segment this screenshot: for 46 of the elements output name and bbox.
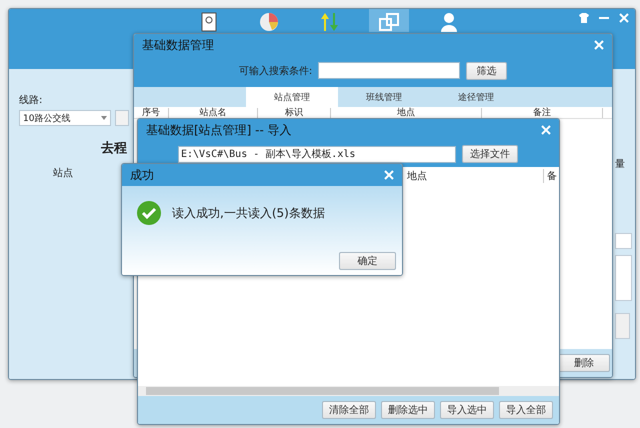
window-title: 基础数据管理 — [142, 36, 214, 54]
dropdown-icon — [101, 116, 107, 120]
column-header: 备 — [546, 170, 558, 183]
tab[interactable]: 途径管理 — [430, 87, 522, 107]
file-path-field[interactable]: E:\VsC#\Bus - 副本\导入模板.xls — [178, 146, 456, 162]
horizontal-scrollbar[interactable] — [138, 386, 559, 396]
window-title: 基础数据[站点管理] -- 导入 — [146, 122, 292, 138]
text-area[interactable] — [615, 255, 632, 301]
close-icon — [594, 40, 604, 50]
search-field[interactable] — [318, 62, 460, 79]
skin-button[interactable] — [577, 11, 591, 25]
route-select[interactable]: 10路公交线 — [19, 110, 111, 126]
shirt-icon — [579, 13, 589, 23]
action-button[interactable]: 导入全部 — [499, 401, 553, 419]
close-icon — [619, 13, 629, 23]
delete-button[interactable]: 删除 — [558, 354, 610, 372]
pie-chart-icon — [258, 11, 280, 33]
column-header: 站点 — [53, 166, 73, 180]
column-header: 地点 — [404, 169, 544, 183]
button[interactable] — [615, 313, 630, 339]
action-button[interactable]: 清除全部 — [322, 401, 376, 419]
arrows-icon — [318, 11, 340, 33]
close-button[interactable] — [382, 168, 396, 182]
input-field[interactable] — [615, 233, 632, 249]
filter-button[interactable]: 筛选 — [466, 62, 508, 80]
action-button[interactable]: 导入选中 — [440, 401, 494, 419]
minimize-icon — [599, 17, 609, 19]
close-icon — [541, 125, 551, 135]
tab[interactable]: 站点管理 — [246, 87, 338, 107]
ok-button[interactable]: 确定 — [339, 252, 396, 270]
choose-file-button[interactable]: 选择文件 — [462, 145, 518, 163]
dialog-title: 成功 — [130, 166, 154, 184]
tab[interactable]: 班线管理 — [338, 87, 430, 107]
close-icon — [384, 170, 394, 180]
close-button[interactable] — [617, 11, 631, 25]
search-label: 可输入搜索条件: — [238, 64, 312, 78]
success-message: 读入成功,一共读入(5)条数据 — [172, 204, 325, 222]
route-label: 线路: — [19, 94, 44, 107]
direction-heading: 去程 — [101, 140, 127, 157]
close-button[interactable] — [592, 38, 606, 52]
windows-icon — [378, 11, 400, 33]
column-header: 量 — [615, 158, 625, 171]
button[interactable] — [115, 110, 129, 126]
action-button[interactable]: 删除选中 — [381, 401, 435, 419]
success-check-icon — [136, 200, 162, 226]
close-button[interactable] — [539, 123, 553, 137]
